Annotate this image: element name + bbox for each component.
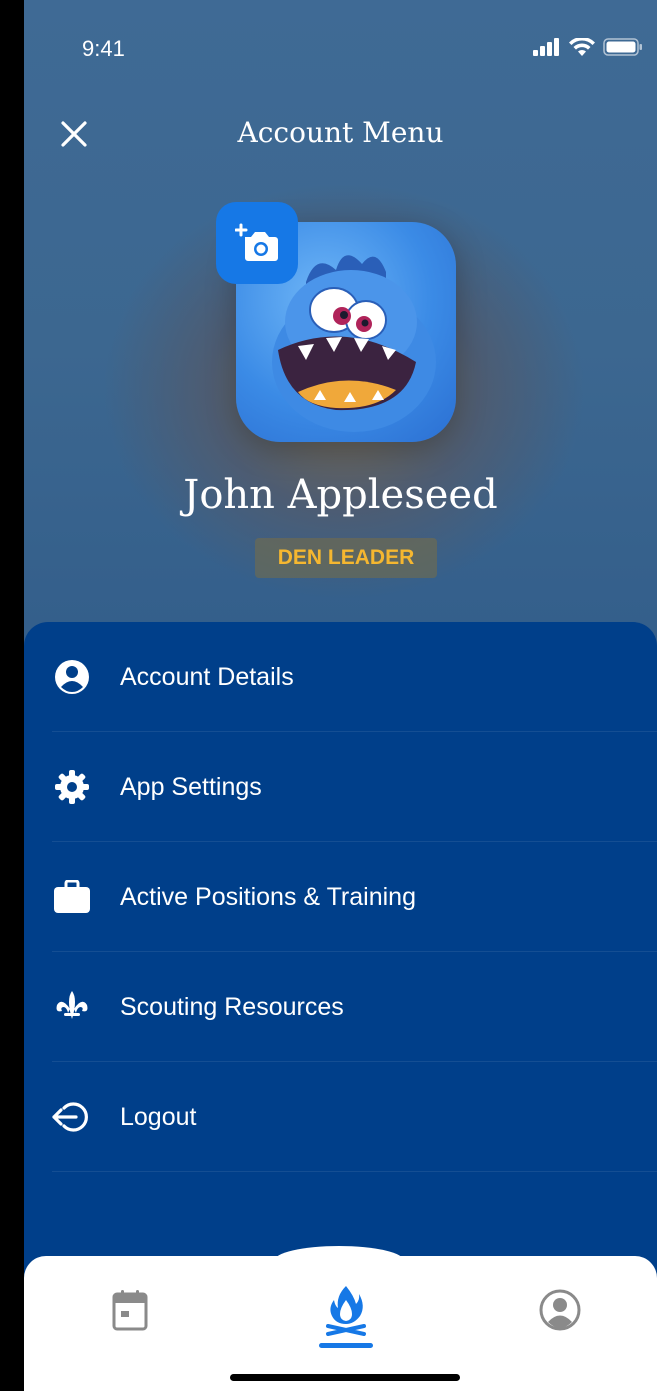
gear-icon (52, 767, 92, 807)
divider (52, 1171, 657, 1172)
page-title: Account Menu (237, 116, 444, 149)
status-icons (533, 38, 643, 56)
header: Account Menu (24, 108, 657, 158)
role-badge: DEN LEADER (255, 538, 437, 578)
menu-item-label: Scouting Resources (120, 992, 344, 1021)
menu-item-active-positions[interactable]: Active Positions & Training (24, 842, 657, 952)
menu-item-label: Account Details (120, 662, 294, 691)
menu-item-app-settings[interactable]: App Settings (24, 732, 657, 842)
signal-icon (533, 38, 559, 56)
fleur-de-lis-icon (52, 987, 92, 1027)
tab-calendar[interactable] (100, 1280, 160, 1340)
profile-name: John Appleseed (183, 472, 498, 518)
battery-icon (603, 38, 642, 56)
menu-item-label: App Settings (120, 772, 262, 801)
menu-item-label: Active Positions & Training (120, 882, 416, 911)
logout-icon (52, 1097, 92, 1137)
tab-profile[interactable] (530, 1280, 590, 1340)
status-bar: 9:41 (24, 0, 657, 90)
profile-icon (539, 1289, 581, 1331)
add-photo-icon (235, 223, 278, 261)
menu-item-logout[interactable]: Logout (24, 1062, 657, 1172)
menu-item-label: Logout (120, 1102, 197, 1131)
screen: 9:41 Account Menu John Appleseed DEN LEA… (24, 0, 657, 1391)
calendar-icon (112, 1290, 148, 1331)
wifi-icon (569, 38, 595, 56)
menu-item-scouting-resources[interactable]: Scouting Resources (24, 952, 657, 1062)
status-time: 9:41 (82, 36, 125, 61)
home-indicator (230, 1374, 460, 1381)
change-photo-button[interactable] (216, 202, 298, 284)
account-circle-icon (52, 657, 92, 697)
briefcase-icon (52, 877, 92, 917)
active-tab-indicator (319, 1343, 373, 1348)
tab-campfire[interactable] (316, 1280, 376, 1340)
campfire-icon (326, 1286, 366, 1336)
menu-item-account-details[interactable]: Account Details (24, 622, 657, 732)
